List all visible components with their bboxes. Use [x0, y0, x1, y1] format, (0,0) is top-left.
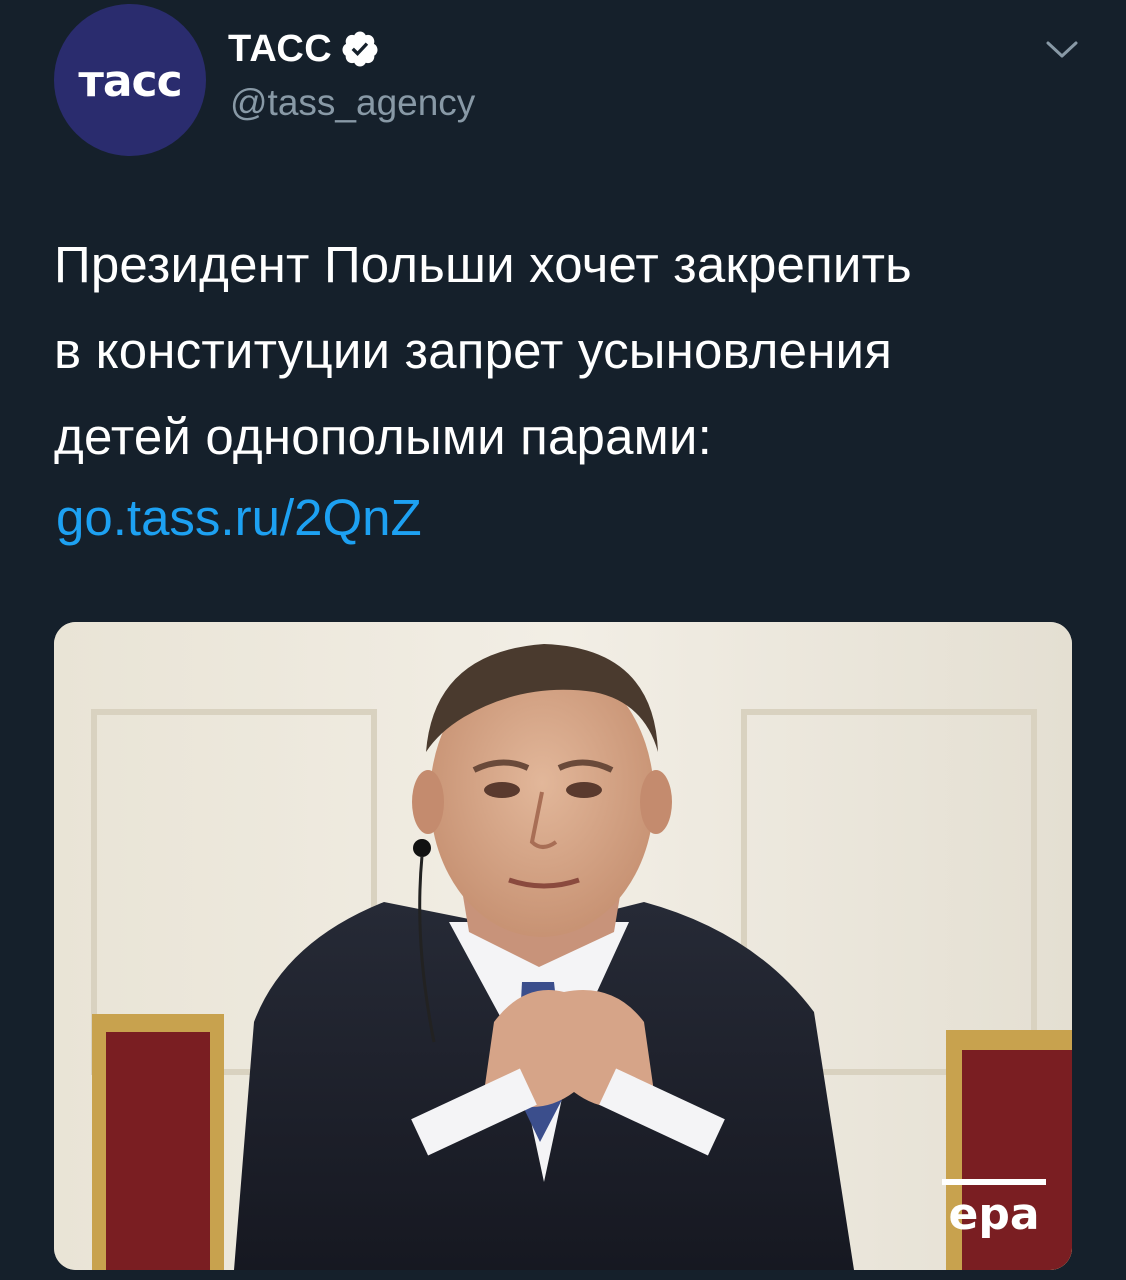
watermark-text: epa [948, 1189, 1040, 1240]
verified-badge-icon [342, 31, 378, 67]
account-handle[interactable]: @tass_agency [230, 82, 475, 124]
tweet-card: тасс ТАСС @tass_agency Президент Польши … [0, 0, 1126, 1280]
epa-watermark: epa [942, 1179, 1046, 1240]
avatar[interactable]: тасс [54, 4, 206, 156]
author-name-row[interactable]: ТАСС [228, 26, 380, 72]
tweet-text: Президент Польши хочет закрепить в конст… [54, 222, 1084, 480]
tweet-text-line: в конституции запрет усыновления [54, 322, 893, 379]
chevron-down-icon[interactable] [1038, 30, 1086, 70]
tweet-link[interactable]: go.tass.ru/2QnZ [56, 488, 422, 547]
tweet-photo[interactable]: epa [54, 622, 1072, 1270]
avatar-logo: тасс [78, 55, 182, 107]
display-name[interactable]: ТАСС [228, 28, 332, 71]
photo-illustration [54, 622, 1072, 1270]
tweet-text-line: детей однополыми парами: [54, 408, 712, 465]
watermark-bar [942, 1179, 1046, 1185]
tweet-text-line: Президент Польши хочет закрепить [54, 236, 912, 293]
